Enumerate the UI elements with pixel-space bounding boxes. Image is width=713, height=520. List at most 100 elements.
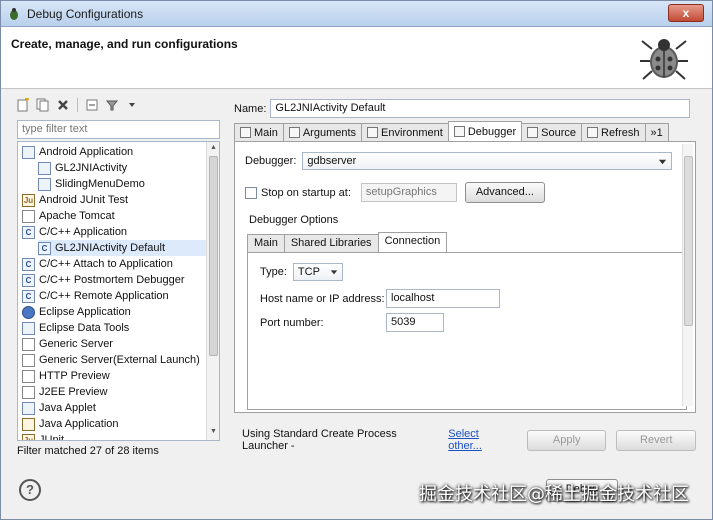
tree-item-label: Generic Server(External Launch)	[39, 354, 200, 366]
tab-debugger[interactable]: Debugger	[447, 121, 523, 141]
tree-item[interactable]: Android Application	[22, 144, 208, 160]
new-config-icon[interactable]	[15, 97, 31, 113]
launcher-bar: Using Standard Create Process Launcher -…	[234, 425, 696, 455]
tree-item[interactable]: Generic Server(External Launch)	[22, 352, 208, 368]
tree-item[interactable]: Apache Tomcat	[22, 208, 208, 224]
android-config-icon	[38, 177, 51, 191]
scrollbar-thumb[interactable]	[684, 156, 693, 326]
configuration-editor-panel: Name: GL2JNIActivity Default Main Argumen…	[230, 93, 700, 463]
tree-item[interactable]: GL2JNIActivity	[38, 160, 208, 176]
tree-item-label: C/C++ Remote Application	[39, 290, 169, 302]
type-select[interactable]: TCP	[292, 263, 343, 281]
c-config-icon: C	[38, 241, 51, 255]
tree-item-label: GL2JNIActivity	[55, 162, 128, 174]
tree-item[interactable]: Generic Server	[22, 336, 208, 352]
tree-item[interactable]: C C/C++ Postmortem Debugger	[22, 272, 208, 288]
tab-content-scrollbar[interactable]	[682, 144, 693, 406]
tab-label: Debugger	[467, 125, 517, 138]
tab-label: Arguments	[302, 126, 357, 139]
filter-config-icon[interactable]	[104, 97, 120, 113]
debugger-value: gdbserver	[307, 155, 357, 167]
chevron-down-icon	[659, 159, 667, 164]
tab-label: Main	[254, 126, 278, 139]
help-button[interactable]: ?	[19, 479, 41, 501]
apply-button[interactable]: Apply	[526, 429, 607, 451]
tree-item[interactable]: Eclipse Application	[22, 304, 208, 320]
tree-item-label: Java Application	[39, 418, 119, 430]
select-other-link[interactable]: Select other...	[448, 428, 513, 452]
tab-environment[interactable]: Environment	[361, 123, 449, 141]
subtab-connection[interactable]: Connection	[377, 232, 448, 252]
debugger-tab-icon	[453, 126, 465, 137]
name-field[interactable]: GL2JNIActivity Default	[270, 99, 691, 118]
scroll-down-icon[interactable]: ▼	[209, 428, 218, 438]
debugger-label: Debugger:	[245, 155, 297, 167]
title-bar: Debug Configurations x	[1, 1, 712, 27]
debug-configurations-window: Debug Configurations x Create, manage, a…	[0, 0, 713, 520]
stop-on-startup-row: Stop on startup at: setupGraphics Advanc…	[245, 182, 545, 203]
environment-tab-icon	[367, 127, 379, 138]
stop-on-startup-label: Stop on startup at:	[261, 186, 351, 199]
type-value: TCP	[297, 266, 320, 278]
junit-icon: Ju	[22, 193, 35, 207]
tree-item[interactable]: SlidingMenuDemo	[38, 176, 208, 192]
tree-scrollbar[interactable]: ▲ ▼	[206, 142, 219, 440]
server-icon	[22, 337, 35, 351]
tree-item-label: SlidingMenuDemo	[55, 178, 145, 190]
data-tools-icon	[22, 321, 35, 335]
tree-item[interactable]: C C/C++ Application	[22, 224, 208, 240]
eclipse-icon	[22, 305, 35, 319]
tab-refresh[interactable]: Refresh	[581, 123, 646, 141]
close-button[interactable]: x	[668, 4, 704, 22]
launcher-text: Using Standard Create Process Launcher -	[242, 428, 397, 452]
duplicate-config-icon[interactable]	[35, 97, 51, 113]
tree-item-label: Android JUnit Test	[39, 194, 129, 206]
tab-source[interactable]: Source	[521, 123, 582, 141]
tab-main[interactable]: Main	[234, 123, 284, 141]
filter-input[interactable]: type filter text	[17, 120, 220, 139]
java-app-icon	[22, 417, 35, 431]
tree-item[interactable]: C GL2JNIActivity Default	[38, 240, 208, 256]
debugger-tab-content: Debugger: gdbserver Stop on startup at: …	[234, 141, 696, 413]
scroll-up-icon[interactable]: ▲	[209, 144, 218, 154]
tree-item[interactable]: C C/C++ Remote Application	[22, 288, 208, 304]
advanced-button[interactable]: Advanced...	[464, 182, 545, 203]
delete-config-icon[interactable]	[55, 97, 71, 113]
tree-item[interactable]: Ju JUnit	[22, 432, 208, 440]
scrollbar-thumb[interactable]	[209, 156, 218, 356]
tree-item[interactable]: Java Applet	[22, 400, 208, 416]
tree-item[interactable]: Eclipse Data Tools	[22, 320, 208, 336]
stop-on-startup-checkbox[interactable]	[245, 186, 257, 199]
tab-arguments[interactable]: Arguments	[282, 123, 363, 141]
tab-label: Refresh	[601, 126, 640, 139]
collapse-all-icon[interactable]	[84, 97, 100, 113]
debugger-row: Debugger: gdbserver	[245, 152, 673, 170]
tree-item-label: Generic Server	[39, 338, 113, 350]
stop-symbol-field: setupGraphics	[360, 183, 457, 202]
tabs-overflow-button[interactable]: »1	[644, 123, 669, 141]
ladybug-icon	[640, 39, 688, 80]
tree-item[interactable]: Ju Android JUnit Test	[22, 192, 208, 208]
configuration-tree[interactable]: Android Application GL2JNIActivity Sliding…	[17, 141, 220, 441]
tree-item[interactable]: C C/C++ Attach to Application	[22, 256, 208, 272]
subtab-shared-libraries[interactable]: Shared Libraries	[283, 234, 379, 252]
tree-item[interactable]: J2EE Preview	[22, 384, 208, 400]
tree-item-label: C/C++ Application	[39, 226, 128, 238]
c-app-icon: C	[22, 289, 35, 303]
revert-button[interactable]: Revert	[616, 429, 696, 451]
port-field[interactable]: 5039	[386, 313, 444, 332]
source-tab-icon	[527, 127, 539, 138]
tree-item[interactable]: Java Application	[22, 416, 208, 432]
chevron-down-icon[interactable]	[124, 97, 140, 113]
toolbar-separator	[77, 98, 78, 112]
tree-item-label: Eclipse Application	[39, 306, 131, 318]
dialog-header: Create, manage, and run configurations	[1, 27, 712, 89]
tab-label: Source	[541, 126, 576, 139]
tree-item[interactable]: HTTP Preview	[22, 368, 208, 384]
type-row: Type: TCP	[260, 263, 343, 281]
subtab-main[interactable]: Main	[247, 234, 285, 252]
tree-item-label: C/C++ Attach to Application	[39, 258, 173, 270]
tree-item-label: C/C++ Postmortem Debugger	[39, 274, 185, 286]
host-field[interactable]: localhost	[386, 289, 500, 308]
debugger-select[interactable]: gdbserver	[302, 152, 673, 170]
